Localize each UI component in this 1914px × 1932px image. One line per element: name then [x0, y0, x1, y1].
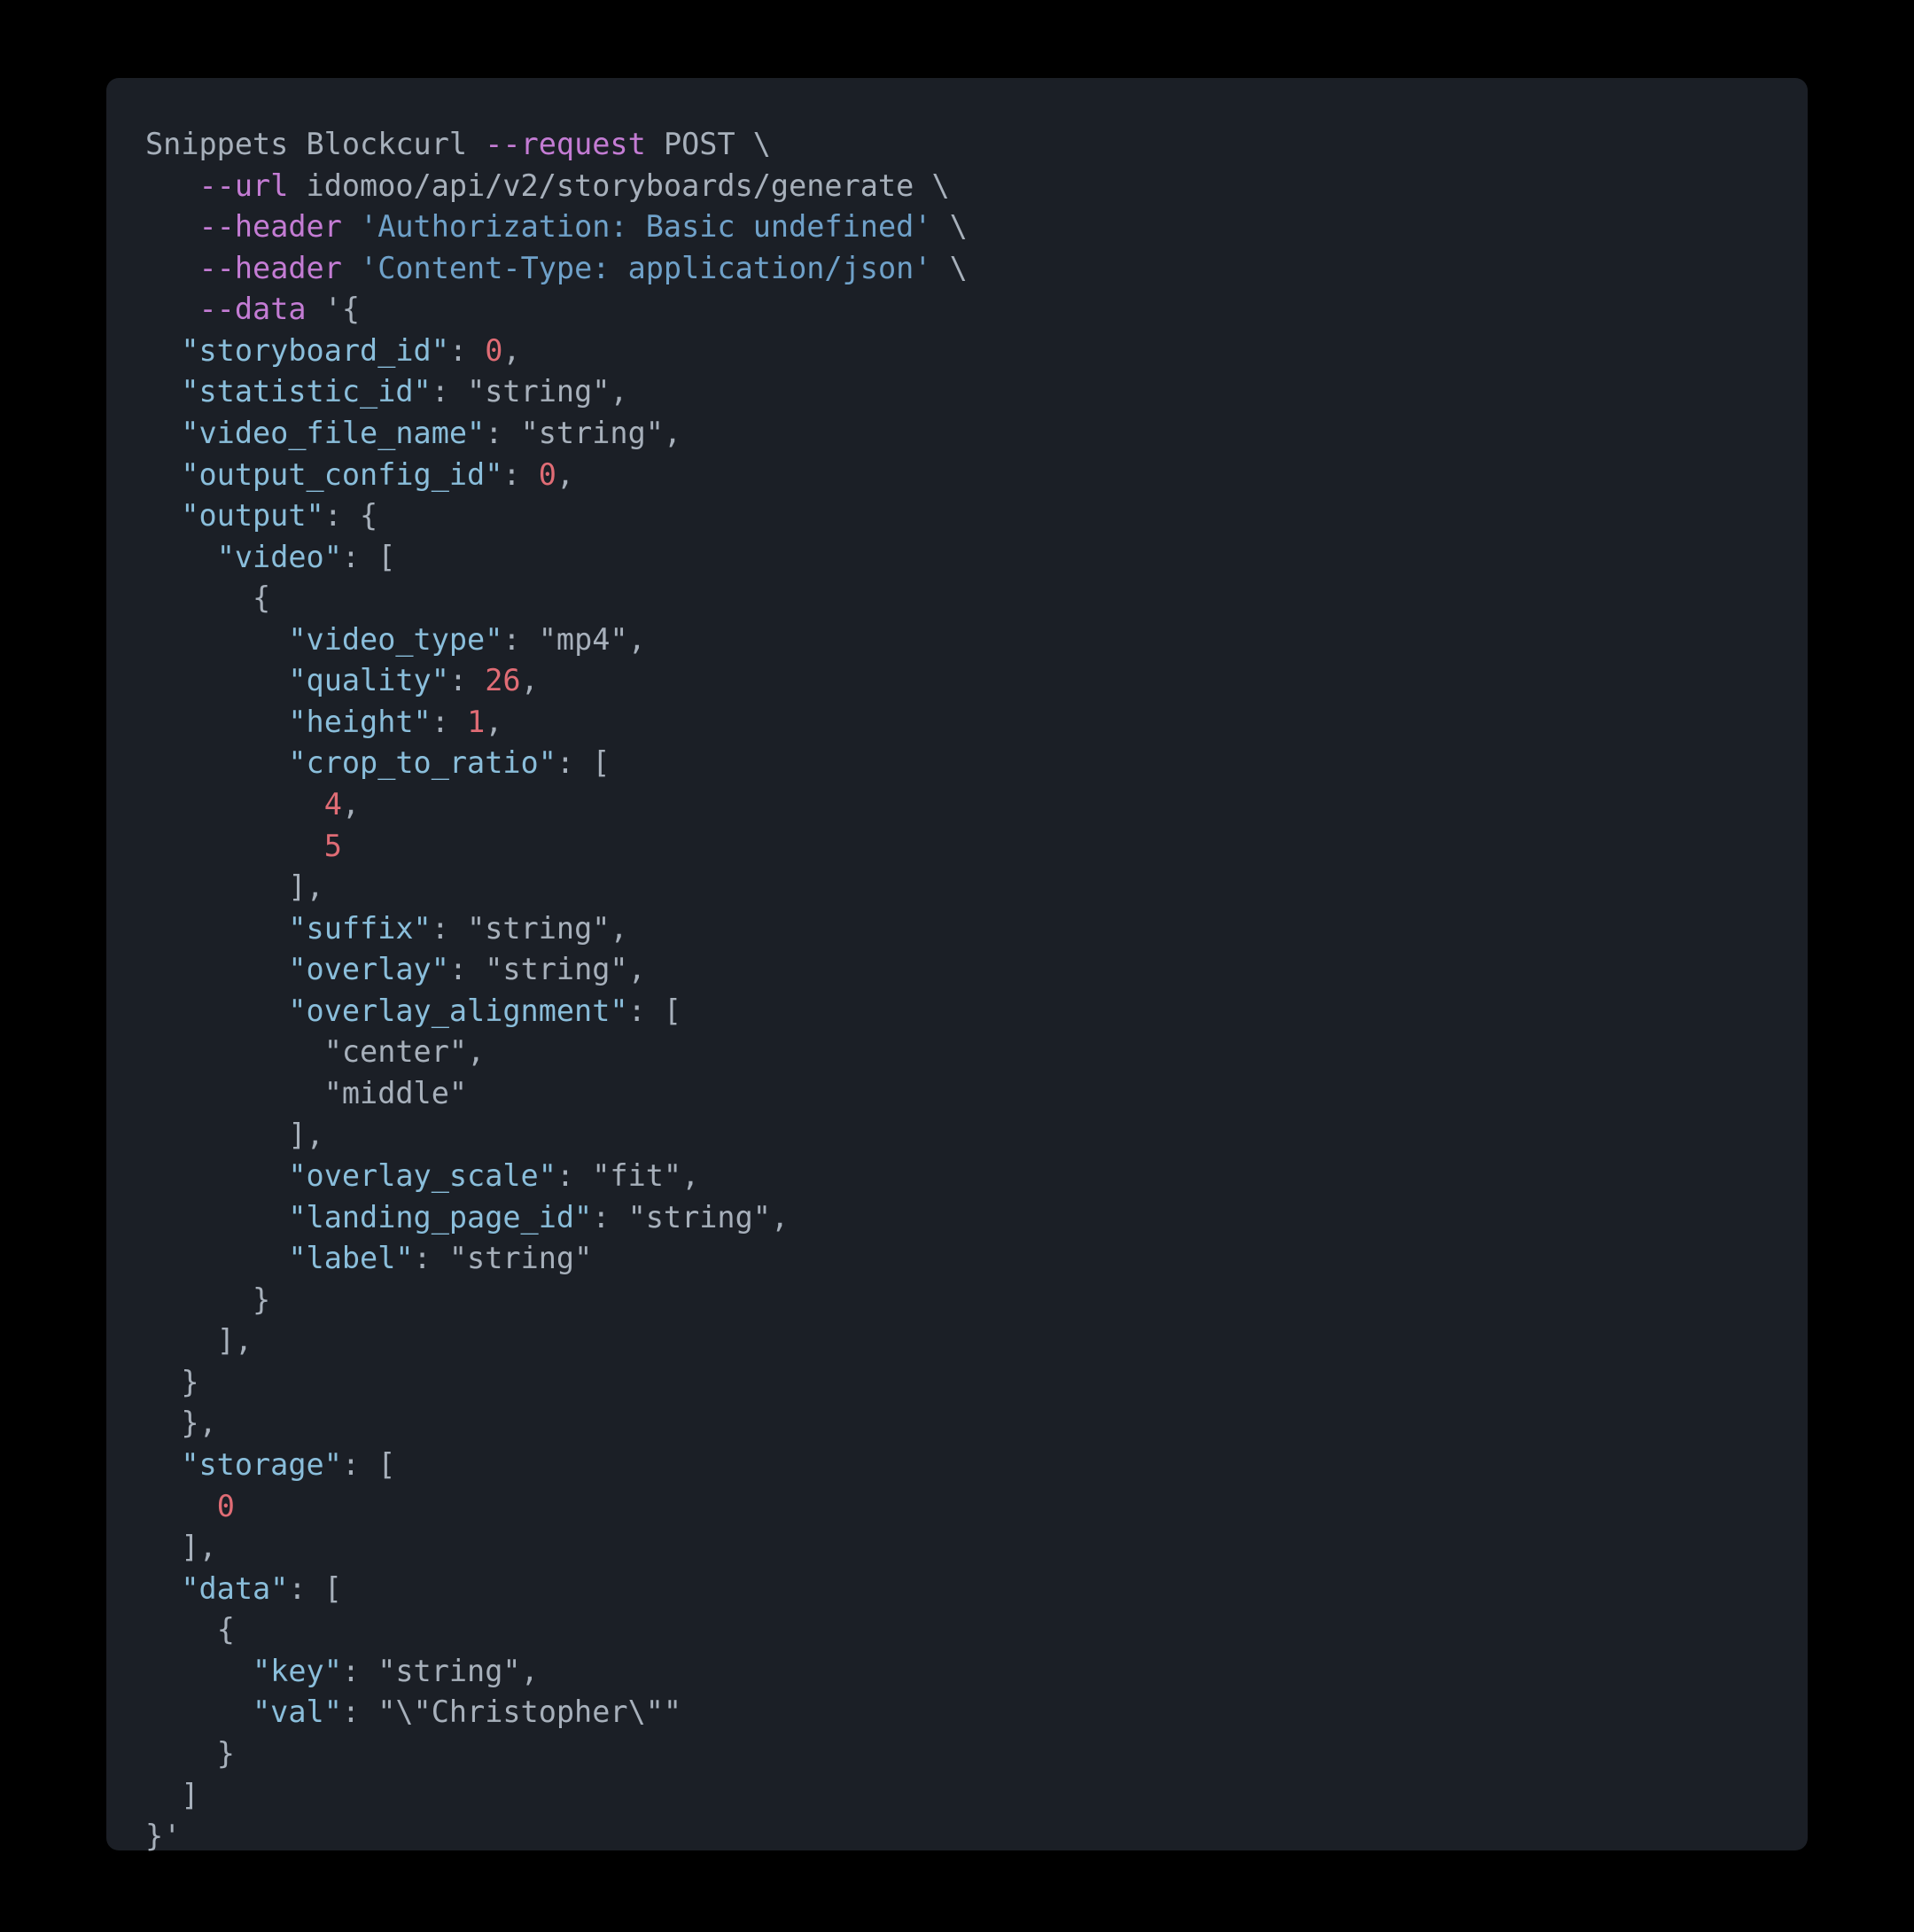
line-continuation: \ — [950, 251, 968, 285]
code-content: Snippets Blockcurl --request POST \ --ur… — [145, 124, 1769, 1858]
flag-url-value: idomoo/api/v2/storyboards/generate — [307, 168, 914, 203]
json-string: "middle" — [324, 1076, 467, 1110]
flag-request: --request — [485, 127, 646, 161]
json-key: "overlay_alignment" — [288, 993, 627, 1028]
header-content-type: 'Content-Type: application/json' — [360, 251, 931, 285]
header-auth: 'Authorization: Basic undefined' — [360, 209, 931, 244]
json-number: 0 — [485, 333, 502, 368]
data-open: '{ — [324, 292, 360, 326]
flag-header: --header — [199, 251, 342, 285]
json-key: "quality" — [288, 663, 449, 697]
json-key: "output_config_id" — [181, 457, 502, 492]
json-string: "string" — [467, 911, 610, 946]
json-key: "overlay_scale" — [288, 1158, 556, 1193]
json-number: 26 — [485, 663, 520, 697]
json-string: "string" — [449, 1241, 592, 1275]
json-string: "center" — [324, 1034, 467, 1069]
json-key: "video" — [217, 540, 342, 574]
json-key: "video_file_name" — [181, 416, 485, 450]
flag-url: --url — [199, 168, 289, 203]
json-key: "storyboard_id" — [181, 333, 449, 368]
json-string: "mp4" — [539, 622, 628, 657]
curl-cmd: curl — [395, 127, 467, 161]
json-string: "string" — [467, 374, 610, 409]
json-key: "video_type" — [288, 622, 502, 657]
json-key: "output" — [181, 498, 323, 533]
code-block: Snippets Blockcurl --request POST \ --ur… — [106, 78, 1808, 1850]
json-string: "string" — [485, 952, 627, 986]
json-key: "crop_to_ratio" — [288, 745, 556, 780]
line-continuation: \ — [753, 127, 771, 161]
snippets-prefix: Snippets Block — [145, 127, 395, 161]
json-key: "data" — [181, 1571, 288, 1606]
json-number: 0 — [539, 457, 556, 492]
json-key: "key" — [253, 1654, 342, 1688]
json-number: 1 — [467, 705, 485, 739]
json-key: "suffix" — [288, 911, 431, 946]
json-string: "string" — [377, 1654, 520, 1688]
flag-header: --header — [199, 209, 342, 244]
json-key: "storage" — [181, 1447, 342, 1482]
json-number: 4 — [324, 787, 342, 822]
json-key: "statistic_id" — [181, 374, 431, 409]
flag-data: --data — [199, 292, 307, 326]
json-key: "height" — [288, 705, 431, 739]
json-string: "\"Christopher\"" — [377, 1694, 681, 1729]
data-close: }' — [145, 1819, 181, 1853]
json-string: "string" — [628, 1200, 771, 1235]
json-number: 0 — [217, 1489, 235, 1523]
json-key: "overlay" — [288, 952, 449, 986]
json-key: "landing_page_id" — [288, 1200, 592, 1235]
json-key: "val" — [253, 1694, 342, 1729]
line-continuation: \ — [950, 209, 968, 244]
json-key: "label" — [288, 1241, 413, 1275]
line-continuation: \ — [931, 168, 949, 203]
flag-request-value: POST — [664, 127, 735, 161]
json-number: 5 — [324, 829, 342, 863]
json-string: "string" — [521, 416, 664, 450]
json-string: "fit" — [592, 1158, 681, 1193]
